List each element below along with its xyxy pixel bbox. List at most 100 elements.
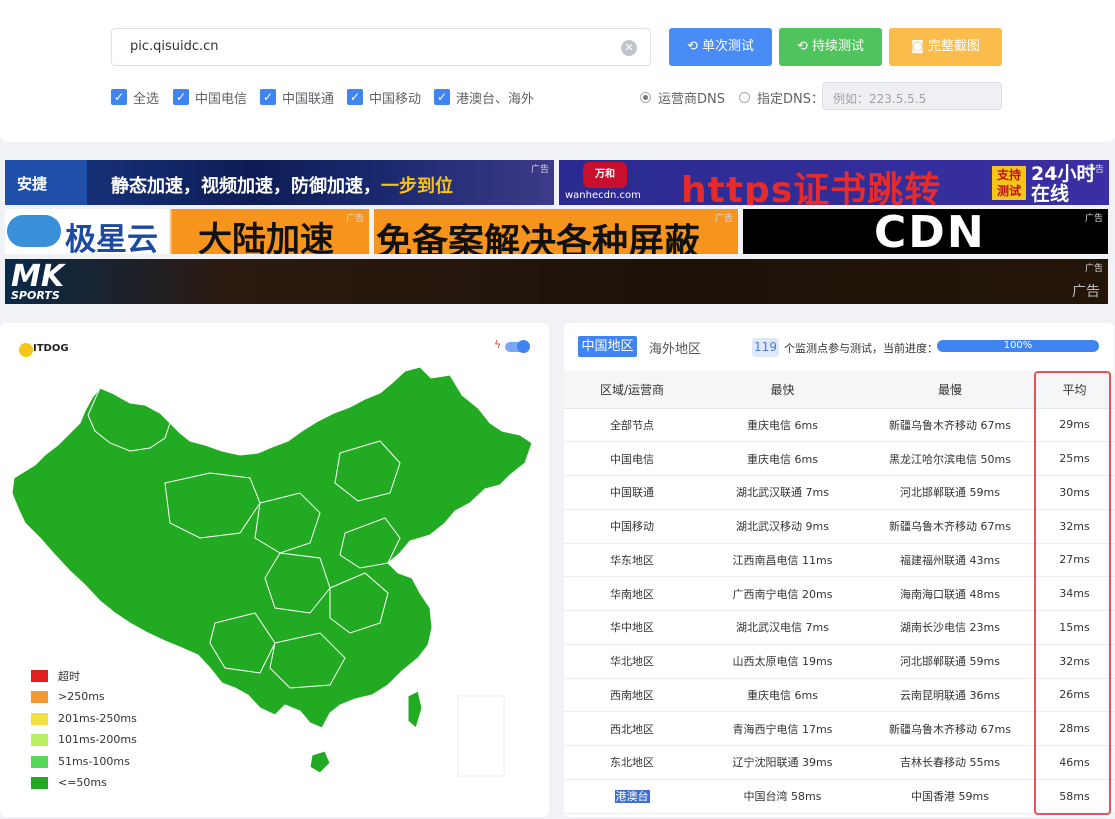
table-row: 西南地区 重庆电信 6ms 云南昆明联通 36ms 26ms — [564, 678, 1114, 713]
ad-anjie-text: 静态加速，视频加速，防御加速， — [111, 176, 381, 197]
table-row: 全部节点 重庆电信 6ms 新疆乌鲁木齐移动 67ms 29ms — [564, 408, 1114, 443]
table-row: 华南地区 广西南宁电信 20ms 海南海口联通 48ms 34ms — [564, 576, 1114, 611]
table-cell: 黑龙江哈尔滨电信 50ms — [865, 441, 1035, 476]
ad-beian-text: 免备案解决各种屏蔽 — [376, 222, 701, 254]
table-row: 中国联通 湖北武汉联通 7ms 河北邯郸联通 59ms 30ms — [564, 475, 1114, 510]
checkbox-telecom[interactable]: ✓ 中国电信 — [173, 88, 248, 107]
check-icon: ✓ — [111, 89, 127, 105]
screenshot-button[interactable]: ◙ 完整截图 — [889, 28, 1002, 66]
table-cell: 全部节点 — [564, 408, 700, 443]
ad-banner-mk[interactable]: MK SPORTS 广告 广告 — [5, 259, 1108, 304]
table-row: 港澳台 中国台湾 58ms 中国香港 59ms 58ms — [564, 779, 1114, 814]
legend-timeout: 超时 — [31, 668, 80, 684]
tab-china[interactable]: 中国地区 — [578, 336, 637, 357]
legend-label: <=50ms — [58, 776, 107, 789]
legend-101: 101ms-200ms — [31, 733, 137, 746]
ad-mk-corner: 广告 — [1072, 284, 1100, 300]
legend-swatch — [31, 670, 48, 682]
check-icon: ✓ — [434, 89, 450, 105]
table-cell: 华东地区 — [564, 543, 700, 578]
ad-wanhe-badge: 支持测试 — [992, 166, 1026, 200]
ad-jixingyun-text: 大陆加速 — [198, 220, 334, 254]
table-cell: 中国台湾 58ms — [700, 779, 865, 814]
ad-tag: 广告 — [345, 214, 364, 224]
selected-text: 港澳台 — [614, 790, 650, 804]
col-fastest[interactable]: 最快 — [700, 371, 865, 409]
table-cell: 福建福州联通 43ms — [865, 543, 1035, 578]
table-cell: 华北地区 — [564, 644, 700, 679]
table-cell: 湖南长沙电信 23ms — [865, 610, 1035, 645]
radio-icon — [739, 92, 750, 103]
tab-overseas[interactable]: 海外地区 — [649, 338, 701, 357]
legend-swatch — [31, 755, 48, 768]
table-cell: 港澳台 — [564, 779, 700, 814]
ad-banner-wanhe[interactable]: 万和 wanhecdn.com https证书跳转 支持测试 24小时在线 广告 — [559, 160, 1109, 205]
table-cell: 河北邯郸联通 59ms — [865, 644, 1035, 679]
table-cell: 西北地区 — [564, 711, 700, 746]
ad-banner-anjie[interactable]: 安捷 静态加速，视频加速，防御加速，一步到位 广告 — [5, 160, 554, 205]
checkbox-overseas[interactable]: ✓ 港澳台、海外 — [434, 88, 535, 107]
table-cell: 青海西宁电信 17ms — [700, 711, 865, 746]
ad-jixingyun-brand: 极星云 — [65, 222, 158, 254]
ad-anjie-brand: 安捷 — [17, 175, 48, 193]
table-cell: 新疆乌鲁木齐移动 67ms — [865, 509, 1035, 544]
radio-carrier-dns[interactable]: 运营商DNS — [640, 88, 725, 107]
checkbox-label: 全选 — [133, 91, 160, 107]
legend-swatch — [31, 690, 48, 703]
clear-icon[interactable]: ✕ — [621, 40, 637, 56]
col-region[interactable]: 区域/运营商 — [564, 371, 700, 409]
legend-label: 101ms-200ms — [58, 733, 137, 746]
ad-wanhe-logo: 万和 — [583, 162, 627, 188]
table-cell: 中国电信 — [564, 441, 700, 476]
checkbox-select-all[interactable]: ✓ 全选 — [111, 88, 160, 107]
col-slowest[interactable]: 最慢 — [865, 371, 1035, 409]
legend-label: 201ms-250ms — [58, 712, 137, 725]
legend-label: 51ms-100ms — [58, 755, 130, 768]
search-input[interactable]: pic.qisuidc.cn ✕ — [111, 28, 651, 66]
ad-wanhe-text: https证书跳转 — [681, 170, 942, 205]
radio-custom-dns[interactable]: 指定DNS： — [739, 88, 824, 107]
radio-label: 运营商DNS — [658, 92, 725, 107]
table-cell: 吉林长春移动 55ms — [865, 745, 1035, 780]
table-row: 中国移动 湖北武汉移动 9ms 新疆乌鲁木齐移动 67ms 32ms — [564, 509, 1114, 544]
continuous-test-label: 持续测试 — [812, 39, 865, 54]
table-row: 东北地区 辽宁沈阳联通 39ms 吉林长春移动 55ms 46ms — [564, 745, 1114, 780]
table-cell: 新疆乌鲁木齐移动 67ms — [865, 711, 1035, 746]
table-cell: 湖北武汉电信 7ms — [700, 610, 865, 645]
checkbox-label: 中国电信 — [195, 91, 248, 107]
screenshot-label: 完整截图 — [927, 39, 980, 54]
ad-banner-jixingyun[interactable]: 极星云 大陆加速 广告 — [5, 209, 369, 254]
table-cell: 重庆电信 6ms — [700, 441, 865, 476]
table-cell: 西南地区 — [564, 678, 700, 713]
ad-tag: 广告 — [1084, 214, 1103, 224]
table-row: 华东地区 江西南昌电信 11ms 福建福州联通 43ms 27ms — [564, 543, 1114, 578]
search-value[interactable]: pic.qisuidc.cn — [130, 39, 219, 54]
table-cell: 海南海口联通 48ms — [865, 576, 1035, 611]
ad-banner-cdn[interactable]: CDN 广告 — [743, 209, 1108, 254]
single-test-button[interactable]: ⟲ 单次测试 — [669, 28, 772, 66]
legend-label: 超时 — [58, 670, 80, 683]
ad-tag: 广告 — [1085, 165, 1104, 175]
legend-51: 51ms-100ms — [31, 755, 130, 768]
continuous-test-button[interactable]: ⟲ 持续测试 — [779, 28, 882, 66]
checkbox-label: 中国移动 — [369, 91, 422, 107]
checkbox-mobile[interactable]: ✓ 中国移动 — [347, 88, 422, 107]
checkbox-unicom[interactable]: ✓ 中国联通 — [260, 88, 334, 107]
ad-tag: 广告 — [1084, 264, 1103, 274]
legend-250: >250ms — [31, 690, 105, 703]
table-cell: 重庆电信 6ms — [700, 408, 865, 443]
checkbox-label: 港澳台、海外 — [456, 91, 535, 107]
control-panel: pic.qisuidc.cn ✕ ⟲ 单次测试 ⟲ 持续测试 ◙ 完整截图 ✓ 全… — [0, 0, 1115, 142]
results-table: 区域/运营商 最快 最慢 平均 全部节点 重庆电信 6ms 新疆乌鲁木齐移动 67m… — [564, 371, 1114, 814]
legend-50: <=50ms — [31, 776, 107, 789]
ad-banner-beian[interactable]: 免备案解决各种屏蔽 广告 — [374, 209, 738, 254]
check-icon: ✓ — [347, 89, 363, 105]
ad-anjie-highlight: 一步到位 — [381, 176, 453, 197]
table-cell: 东北地区 — [564, 745, 700, 780]
ad-mk-sub: SPORTS — [11, 289, 60, 302]
dns-input[interactable]: 例如：223.5.5.5 — [822, 82, 1002, 110]
table-row: 西北地区 青海西宁电信 17ms 新疆乌鲁木齐移动 67ms 28ms — [564, 711, 1114, 746]
check-icon: ✓ — [260, 89, 276, 105]
ad-wanhe-site: wanhecdn.com — [565, 190, 641, 201]
table-header-row: 区域/运营商 最快 最慢 平均 — [564, 371, 1114, 409]
